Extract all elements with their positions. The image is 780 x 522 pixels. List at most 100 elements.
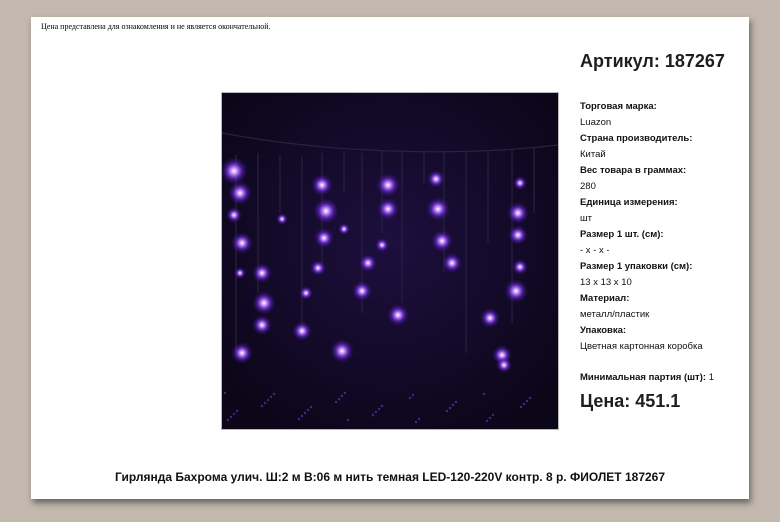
led-reflection xyxy=(519,405,523,409)
led-bulb xyxy=(252,291,276,315)
led-bulb xyxy=(292,321,312,341)
product-photo xyxy=(221,92,559,430)
led-bulb xyxy=(231,342,253,364)
led-reflection xyxy=(266,398,270,402)
led-bulb xyxy=(375,238,389,252)
led-reflection xyxy=(303,411,307,415)
led-reflection xyxy=(408,396,412,400)
led-reflection xyxy=(297,417,301,421)
spec-value: - x - x - xyxy=(580,245,610,256)
spec-list: Торговая марка: Luazon Страна производител… xyxy=(580,99,745,355)
led-reflection xyxy=(223,391,227,395)
led-reflection xyxy=(528,396,532,400)
led-reflection xyxy=(232,412,236,416)
led-reflection xyxy=(374,410,378,414)
spec-label: Единица измерения: xyxy=(580,197,678,208)
led-bulb xyxy=(513,176,527,190)
price-disclaimer: Цена представлена для ознакомления и не … xyxy=(41,22,271,31)
led-bulb xyxy=(330,339,354,363)
led-reflection xyxy=(485,419,489,423)
led-reflection xyxy=(306,408,310,412)
price: Цена: 451.1 xyxy=(580,391,681,411)
led-bulb xyxy=(427,170,445,188)
spec-value: Китай xyxy=(580,149,606,160)
led-reflection xyxy=(491,413,495,417)
led-bulb xyxy=(234,267,246,279)
led-bulb xyxy=(228,181,252,205)
led-reflection xyxy=(260,404,264,408)
led-reflection xyxy=(334,400,338,404)
spec-value: Luazon xyxy=(580,117,612,128)
spec-label: Упаковка: xyxy=(580,325,627,336)
led-reflection xyxy=(488,416,492,420)
led-reflection xyxy=(371,413,375,417)
spec-value: 280 xyxy=(580,181,596,192)
spec-value: 13 x 13 x 10 xyxy=(580,277,632,288)
spec-value: металл/пластик xyxy=(580,309,650,320)
led-reflection xyxy=(482,392,486,396)
spec-label: Размер 1 упаковки (см): xyxy=(580,261,693,272)
led-bulb xyxy=(276,213,288,225)
led-bulb xyxy=(314,228,334,248)
led-bulb xyxy=(299,286,313,300)
product-sheet: Цена представлена для ознакомления и не … xyxy=(31,17,749,499)
min-order: Минимальная партия (шт): 1 xyxy=(580,372,714,383)
led-bulb xyxy=(313,198,339,224)
led-bulb xyxy=(431,230,453,252)
product-title: Гирлянда Бахрома улич. Ш:2 м В:06 м нить… xyxy=(114,470,666,484)
led-bulb xyxy=(252,315,272,335)
led-bulb xyxy=(387,304,409,326)
led-reflection xyxy=(448,406,452,410)
led-reflection xyxy=(445,409,449,413)
led-reflection xyxy=(411,393,415,397)
led-reflection xyxy=(337,397,341,401)
led-bulb xyxy=(310,260,326,276)
led-reflection xyxy=(525,399,529,403)
led-reflection xyxy=(300,414,304,418)
led-reflection xyxy=(454,400,458,404)
led-bulb xyxy=(252,263,272,283)
led-reflection xyxy=(377,407,381,411)
spec-label: Вес товара в граммах: xyxy=(580,165,687,176)
led-bulb xyxy=(377,198,399,220)
photo-background xyxy=(222,93,558,429)
led-bulb xyxy=(496,357,512,373)
led-bulb xyxy=(426,197,450,221)
led-bulb xyxy=(376,173,400,197)
led-bulb xyxy=(442,253,462,273)
led-bulb xyxy=(512,259,528,275)
led-reflection xyxy=(417,417,421,421)
led-reflection xyxy=(263,401,267,405)
spec-label: Материал: xyxy=(580,293,630,304)
led-reflection xyxy=(451,403,455,407)
led-bulb xyxy=(504,279,528,303)
led-bulb xyxy=(507,202,529,224)
spec-value: Цветная картонная коробка xyxy=(580,341,703,352)
led-reflection xyxy=(272,392,276,396)
led-bulb xyxy=(508,225,528,245)
spec-label: Размер 1 шт. (см): xyxy=(580,229,664,240)
led-reflection xyxy=(340,394,344,398)
led-bulb xyxy=(352,281,372,301)
led-bulb xyxy=(359,254,377,272)
led-reflection xyxy=(309,405,313,409)
led-reflection xyxy=(229,415,233,419)
spec-value: шт xyxy=(580,213,592,224)
led-reflection xyxy=(269,395,273,399)
led-bulb xyxy=(338,223,350,235)
led-bulb xyxy=(311,174,333,196)
led-reflection xyxy=(346,418,350,422)
led-reflection xyxy=(226,418,230,422)
led-reflection xyxy=(522,402,526,406)
led-reflection xyxy=(343,391,347,395)
led-bulb xyxy=(226,207,242,223)
garland-illustration xyxy=(222,93,558,429)
led-reflection xyxy=(235,409,239,413)
min-order-value: 1 xyxy=(708,372,714,383)
min-order-label: Минимальная партия (шт): xyxy=(580,372,707,383)
led-bulb xyxy=(231,232,253,254)
led-bulb xyxy=(480,308,500,328)
led-reflection xyxy=(414,420,418,424)
spec-label: Торговая марка: xyxy=(580,101,657,112)
led-reflection xyxy=(380,404,384,408)
